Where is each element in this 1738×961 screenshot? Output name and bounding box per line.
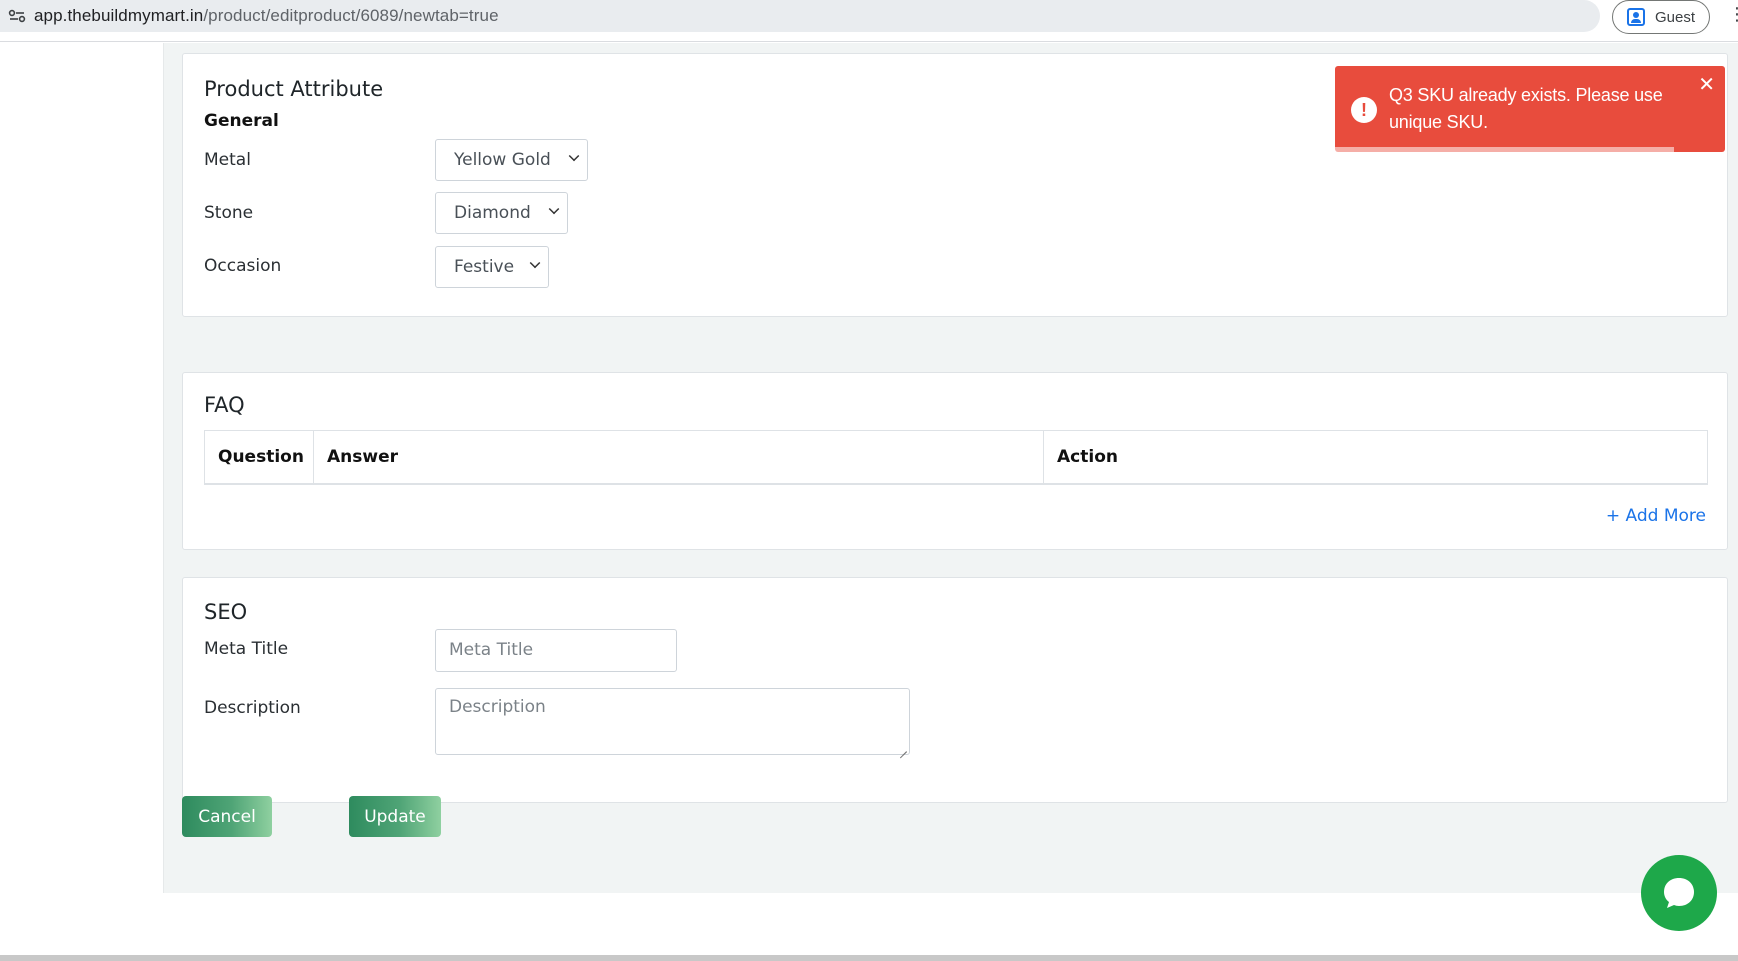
faq-column-question: Question	[205, 431, 314, 483]
product-attribute-title: Product Attribute	[204, 77, 384, 101]
site-settings-icon[interactable]	[0, 9, 34, 23]
page-footer-area	[163, 893, 1738, 955]
general-subheading: General	[204, 111, 279, 131]
update-button[interactable]: Update	[349, 796, 441, 837]
add-more-link[interactable]: + Add More	[1606, 506, 1706, 526]
exclamation-icon: !	[1351, 97, 1377, 123]
stone-label: Stone	[204, 203, 254, 223]
chat-button[interactable]	[1641, 855, 1717, 931]
chevron-down-icon	[529, 257, 541, 269]
seo-title: SEO	[204, 600, 248, 624]
profile-icon	[1626, 8, 1645, 26]
meta-title-label: Meta Title	[204, 639, 289, 659]
browser-menu-icon[interactable]: ⋮	[1728, 4, 1738, 25]
meta-title-input[interactable]: Meta Title	[435, 629, 677, 672]
stone-select[interactable]: Diamond	[435, 192, 568, 234]
cancel-button[interactable]: Cancel	[182, 796, 272, 837]
chat-bubble-icon	[1664, 878, 1694, 908]
seo-card: SEO Meta Title Meta Title Description De…	[182, 577, 1728, 803]
description-textarea[interactable]: Description	[435, 688, 910, 755]
metal-select[interactable]: Yellow Gold	[435, 139, 588, 181]
metal-label: Metal	[204, 150, 251, 170]
occasion-select-value: Festive	[454, 257, 515, 277]
faq-title: FAQ	[204, 393, 245, 417]
chevron-down-icon	[548, 203, 560, 215]
description-placeholder: Description	[449, 697, 546, 717]
metal-select-value: Yellow Gold	[454, 150, 551, 170]
main-content: Product Attribute General Metal Yellow G…	[163, 43, 1738, 893]
address-bar[interactable]: app.thebuildmymart.in/product/editproduc…	[0, 0, 1600, 32]
chevron-down-icon	[568, 150, 580, 162]
occasion-label: Occasion	[204, 256, 282, 276]
occasion-select[interactable]: Festive	[435, 246, 549, 288]
stone-select-value: Diamond	[454, 203, 531, 223]
close-icon[interactable]: ✕	[1698, 72, 1715, 96]
browser-toolbar: app.thebuildmymart.in/product/editproduc…	[0, 0, 1738, 42]
faq-column-answer: Answer	[314, 431, 1044, 483]
faq-table: Question Answer Action	[204, 430, 1708, 485]
url-text[interactable]: app.thebuildmymart.in/product/editproduc…	[34, 6, 499, 26]
faq-column-action: Action	[1057, 447, 1118, 467]
error-toast: ! Q3 SKU already exists. Please use uniq…	[1335, 66, 1725, 152]
faq-card: FAQ Question Answer Action + Add More	[182, 372, 1728, 550]
url-host: app.thebuildmymart.in	[34, 6, 204, 25]
profile-label: Guest	[1654, 8, 1696, 26]
bottom-scrollbar[interactable]	[0, 955, 1738, 961]
url-path: /product/editproduct/6089/newtab=true	[203, 6, 499, 25]
description-label: Description	[204, 698, 301, 718]
resize-handle-icon[interactable]	[897, 742, 907, 752]
profile-button[interactable]: Guest	[1612, 0, 1710, 34]
sidebar	[0, 43, 163, 955]
toast-progress-bar	[1335, 147, 1675, 152]
toast-message: Q3 SKU already exists. Please use unique…	[1389, 85, 1663, 132]
